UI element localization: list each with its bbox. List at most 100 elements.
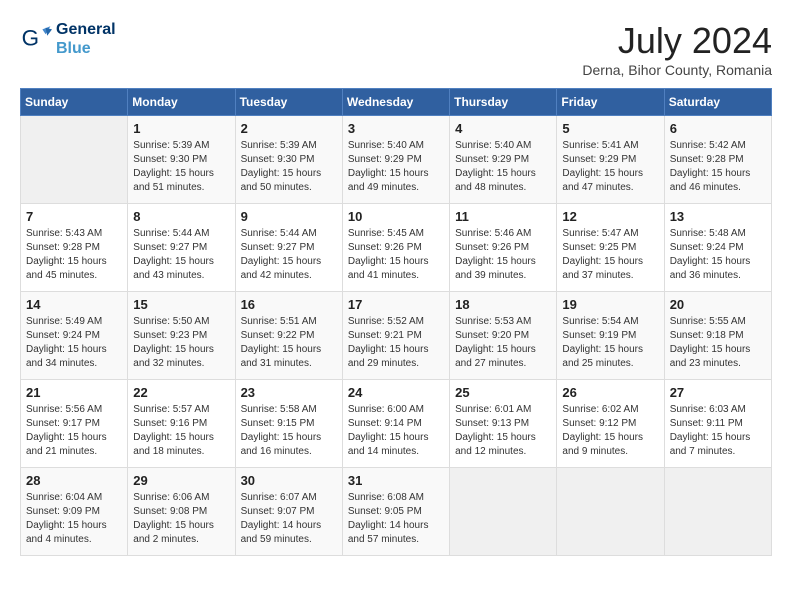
day-info: Sunrise: 5:53 AM Sunset: 9:20 PM Dayligh… — [455, 315, 551, 371]
weekday-header: Saturday — [664, 89, 771, 116]
day-number: 13 — [670, 209, 766, 224]
calendar-cell: 1 Sunrise: 5:39 AM Sunset: 9:30 PM Daylig… — [128, 116, 235, 204]
weekday-header: Wednesday — [342, 89, 449, 116]
calendar-cell: 11Sunrise: 5:46 AM Sunset: 9:26 PM Dayli… — [450, 204, 557, 292]
calendar-cell: 12 Sunrise: 5:47 AM Sunset: 9:25 PM Dayli… — [557, 204, 664, 292]
day-info: Sunrise: 5:56 AM Sunset: 9:17 PM Dayligh… — [26, 403, 122, 459]
day-number: 26 — [562, 385, 658, 400]
day-info: Sunrise: 5:40 AM Sunset: 9:29 PM Dayligh… — [348, 139, 444, 195]
day-number: 28 — [26, 473, 122, 488]
day-info: Sunrise: 5:45 AM Sunset: 9:26 PM Dayligh… — [348, 227, 444, 283]
calendar-cell: 17 Sunrise: 5:52 AM Sunset: 9:21 PM Dayli… — [342, 292, 449, 380]
calendar-cell: 26 Sunrise: 6:02 AM Sunset: 9:12 PM Dayli… — [557, 380, 664, 468]
weekday-header: Friday — [557, 89, 664, 116]
day-info: Sunrise: 6:01 AM Sunset: 9:13 PM Dayligh… — [455, 403, 551, 459]
day-number: 31 — [348, 473, 444, 488]
day-info: Sunrise: 6:08 AM Sunset: 9:05 PM Dayligh… — [348, 491, 444, 547]
day-number: 3 — [348, 121, 444, 136]
day-number: 14 — [26, 297, 122, 312]
calendar-cell: 23 Sunrise: 5:58 AM Sunset: 9:15 PM Dayli… — [235, 380, 342, 468]
calendar-cell: 13 Sunrise: 5:48 AM Sunset: 9:24 PM Dayli… — [664, 204, 771, 292]
day-info: Sunrise: 6:02 AM Sunset: 9:12 PM Dayligh… — [562, 403, 658, 459]
day-number: 23 — [241, 385, 337, 400]
calendar-cell — [664, 468, 771, 556]
day-number: 27 — [670, 385, 766, 400]
calendar-cell: 3 Sunrise: 5:40 AM Sunset: 9:29 PM Daylig… — [342, 116, 449, 204]
calendar-cell: 31 Sunrise: 6:08 AM Sunset: 9:05 PM Dayli… — [342, 468, 449, 556]
logo-text: General Blue — [56, 20, 116, 58]
day-number: 15 — [133, 297, 229, 312]
calendar-week-row: 7Sunrise: 5:43 AM Sunset: 9:28 PM Daylig… — [21, 204, 772, 292]
calendar-week-row: 1 Sunrise: 5:39 AM Sunset: 9:30 PM Daylig… — [21, 116, 772, 204]
calendar-cell: 22 Sunrise: 5:57 AM Sunset: 9:16 PM Dayli… — [128, 380, 235, 468]
day-info: Sunrise: 5:47 AM Sunset: 9:25 PM Dayligh… — [562, 227, 658, 283]
location-subtitle: Derna, Bihor County, Romania — [582, 62, 772, 78]
calendar-cell: 4 Sunrise: 5:40 AM Sunset: 9:29 PM Daylig… — [450, 116, 557, 204]
day-info: Sunrise: 5:58 AM Sunset: 9:15 PM Dayligh… — [241, 403, 337, 459]
day-number: 1 — [133, 121, 229, 136]
logo: G General Blue — [20, 20, 116, 58]
logo-icon: G — [20, 23, 52, 55]
day-number: 22 — [133, 385, 229, 400]
day-info: Sunrise: 5:54 AM Sunset: 9:19 PM Dayligh… — [562, 315, 658, 371]
day-number: 25 — [455, 385, 551, 400]
weekday-header: Thursday — [450, 89, 557, 116]
day-number: 18 — [455, 297, 551, 312]
day-info: Sunrise: 5:39 AM Sunset: 9:30 PM Dayligh… — [133, 139, 229, 195]
day-info: Sunrise: 6:04 AM Sunset: 9:09 PM Dayligh… — [26, 491, 122, 547]
day-info: Sunrise: 5:50 AM Sunset: 9:23 PM Dayligh… — [133, 315, 229, 371]
day-number: 7 — [26, 209, 122, 224]
day-info: Sunrise: 5:41 AM Sunset: 9:29 PM Dayligh… — [562, 139, 658, 195]
day-number: 9 — [241, 209, 337, 224]
day-info: Sunrise: 5:44 AM Sunset: 9:27 PM Dayligh… — [241, 227, 337, 283]
weekday-header: Sunday — [21, 89, 128, 116]
calendar-cell: 29Sunrise: 6:06 AM Sunset: 9:08 PM Dayli… — [128, 468, 235, 556]
day-info: Sunrise: 5:44 AM Sunset: 9:27 PM Dayligh… — [133, 227, 229, 283]
day-info: Sunrise: 5:49 AM Sunset: 9:24 PM Dayligh… — [26, 315, 122, 371]
calendar-cell: 6Sunrise: 5:42 AM Sunset: 9:28 PM Daylig… — [664, 116, 771, 204]
day-info: Sunrise: 6:06 AM Sunset: 9:08 PM Dayligh… — [133, 491, 229, 547]
day-info: Sunrise: 5:39 AM Sunset: 9:30 PM Dayligh… — [241, 139, 337, 195]
calendar-cell: 30 Sunrise: 6:07 AM Sunset: 9:07 PM Dayli… — [235, 468, 342, 556]
day-number: 2 — [241, 121, 337, 136]
day-info: Sunrise: 6:00 AM Sunset: 9:14 PM Dayligh… — [348, 403, 444, 459]
calendar-table: SundayMondayTuesdayWednesdayThursdayFrid… — [20, 88, 772, 556]
day-number: 8 — [133, 209, 229, 224]
day-info: Sunrise: 6:03 AM Sunset: 9:11 PM Dayligh… — [670, 403, 766, 459]
day-number: 20 — [670, 297, 766, 312]
day-number: 16 — [241, 297, 337, 312]
calendar-cell — [450, 468, 557, 556]
calendar-cell: 18 Sunrise: 5:53 AM Sunset: 9:20 PM Dayli… — [450, 292, 557, 380]
calendar-cell: 16 Sunrise: 5:51 AM Sunset: 9:22 PM Dayli… — [235, 292, 342, 380]
day-number: 24 — [348, 385, 444, 400]
day-info: Sunrise: 5:40 AM Sunset: 9:29 PM Dayligh… — [455, 139, 551, 195]
day-number: 17 — [348, 297, 444, 312]
calendar-cell: 15 Sunrise: 5:50 AM Sunset: 9:23 PM Dayli… — [128, 292, 235, 380]
day-number: 10 — [348, 209, 444, 224]
day-number: 5 — [562, 121, 658, 136]
calendar-cell: 21Sunrise: 5:56 AM Sunset: 9:17 PM Dayli… — [21, 380, 128, 468]
page-header: G General Blue July 2024 Derna, Bihor Co… — [20, 20, 772, 78]
day-number: 19 — [562, 297, 658, 312]
title-block: July 2024 Derna, Bihor County, Romania — [582, 20, 772, 78]
day-number: 4 — [455, 121, 551, 136]
calendar-cell: 2 Sunrise: 5:39 AM Sunset: 9:30 PM Daylig… — [235, 116, 342, 204]
day-number: 30 — [241, 473, 337, 488]
day-info: Sunrise: 5:48 AM Sunset: 9:24 PM Dayligh… — [670, 227, 766, 283]
day-info: Sunrise: 5:57 AM Sunset: 9:16 PM Dayligh… — [133, 403, 229, 459]
calendar-cell: 19 Sunrise: 5:54 AM Sunset: 9:19 PM Dayli… — [557, 292, 664, 380]
day-info: Sunrise: 5:52 AM Sunset: 9:21 PM Dayligh… — [348, 315, 444, 371]
day-number: 12 — [562, 209, 658, 224]
calendar-cell: 9 Sunrise: 5:44 AM Sunset: 9:27 PM Daylig… — [235, 204, 342, 292]
day-info: Sunrise: 5:51 AM Sunset: 9:22 PM Dayligh… — [241, 315, 337, 371]
calendar-cell: 5 Sunrise: 5:41 AM Sunset: 9:29 PM Daylig… — [557, 116, 664, 204]
weekday-header: Monday — [128, 89, 235, 116]
calendar-cell: 7Sunrise: 5:43 AM Sunset: 9:28 PM Daylig… — [21, 204, 128, 292]
calendar-cell: 10 Sunrise: 5:45 AM Sunset: 9:26 PM Dayli… — [342, 204, 449, 292]
calendar-week-row: 21Sunrise: 5:56 AM Sunset: 9:17 PM Dayli… — [21, 380, 772, 468]
day-number: 11 — [455, 209, 551, 224]
svg-text:G: G — [22, 26, 39, 51]
calendar-cell — [21, 116, 128, 204]
day-info: Sunrise: 6:07 AM Sunset: 9:07 PM Dayligh… — [241, 491, 337, 547]
calendar-week-row: 28 Sunrise: 6:04 AM Sunset: 9:09 PM Dayli… — [21, 468, 772, 556]
